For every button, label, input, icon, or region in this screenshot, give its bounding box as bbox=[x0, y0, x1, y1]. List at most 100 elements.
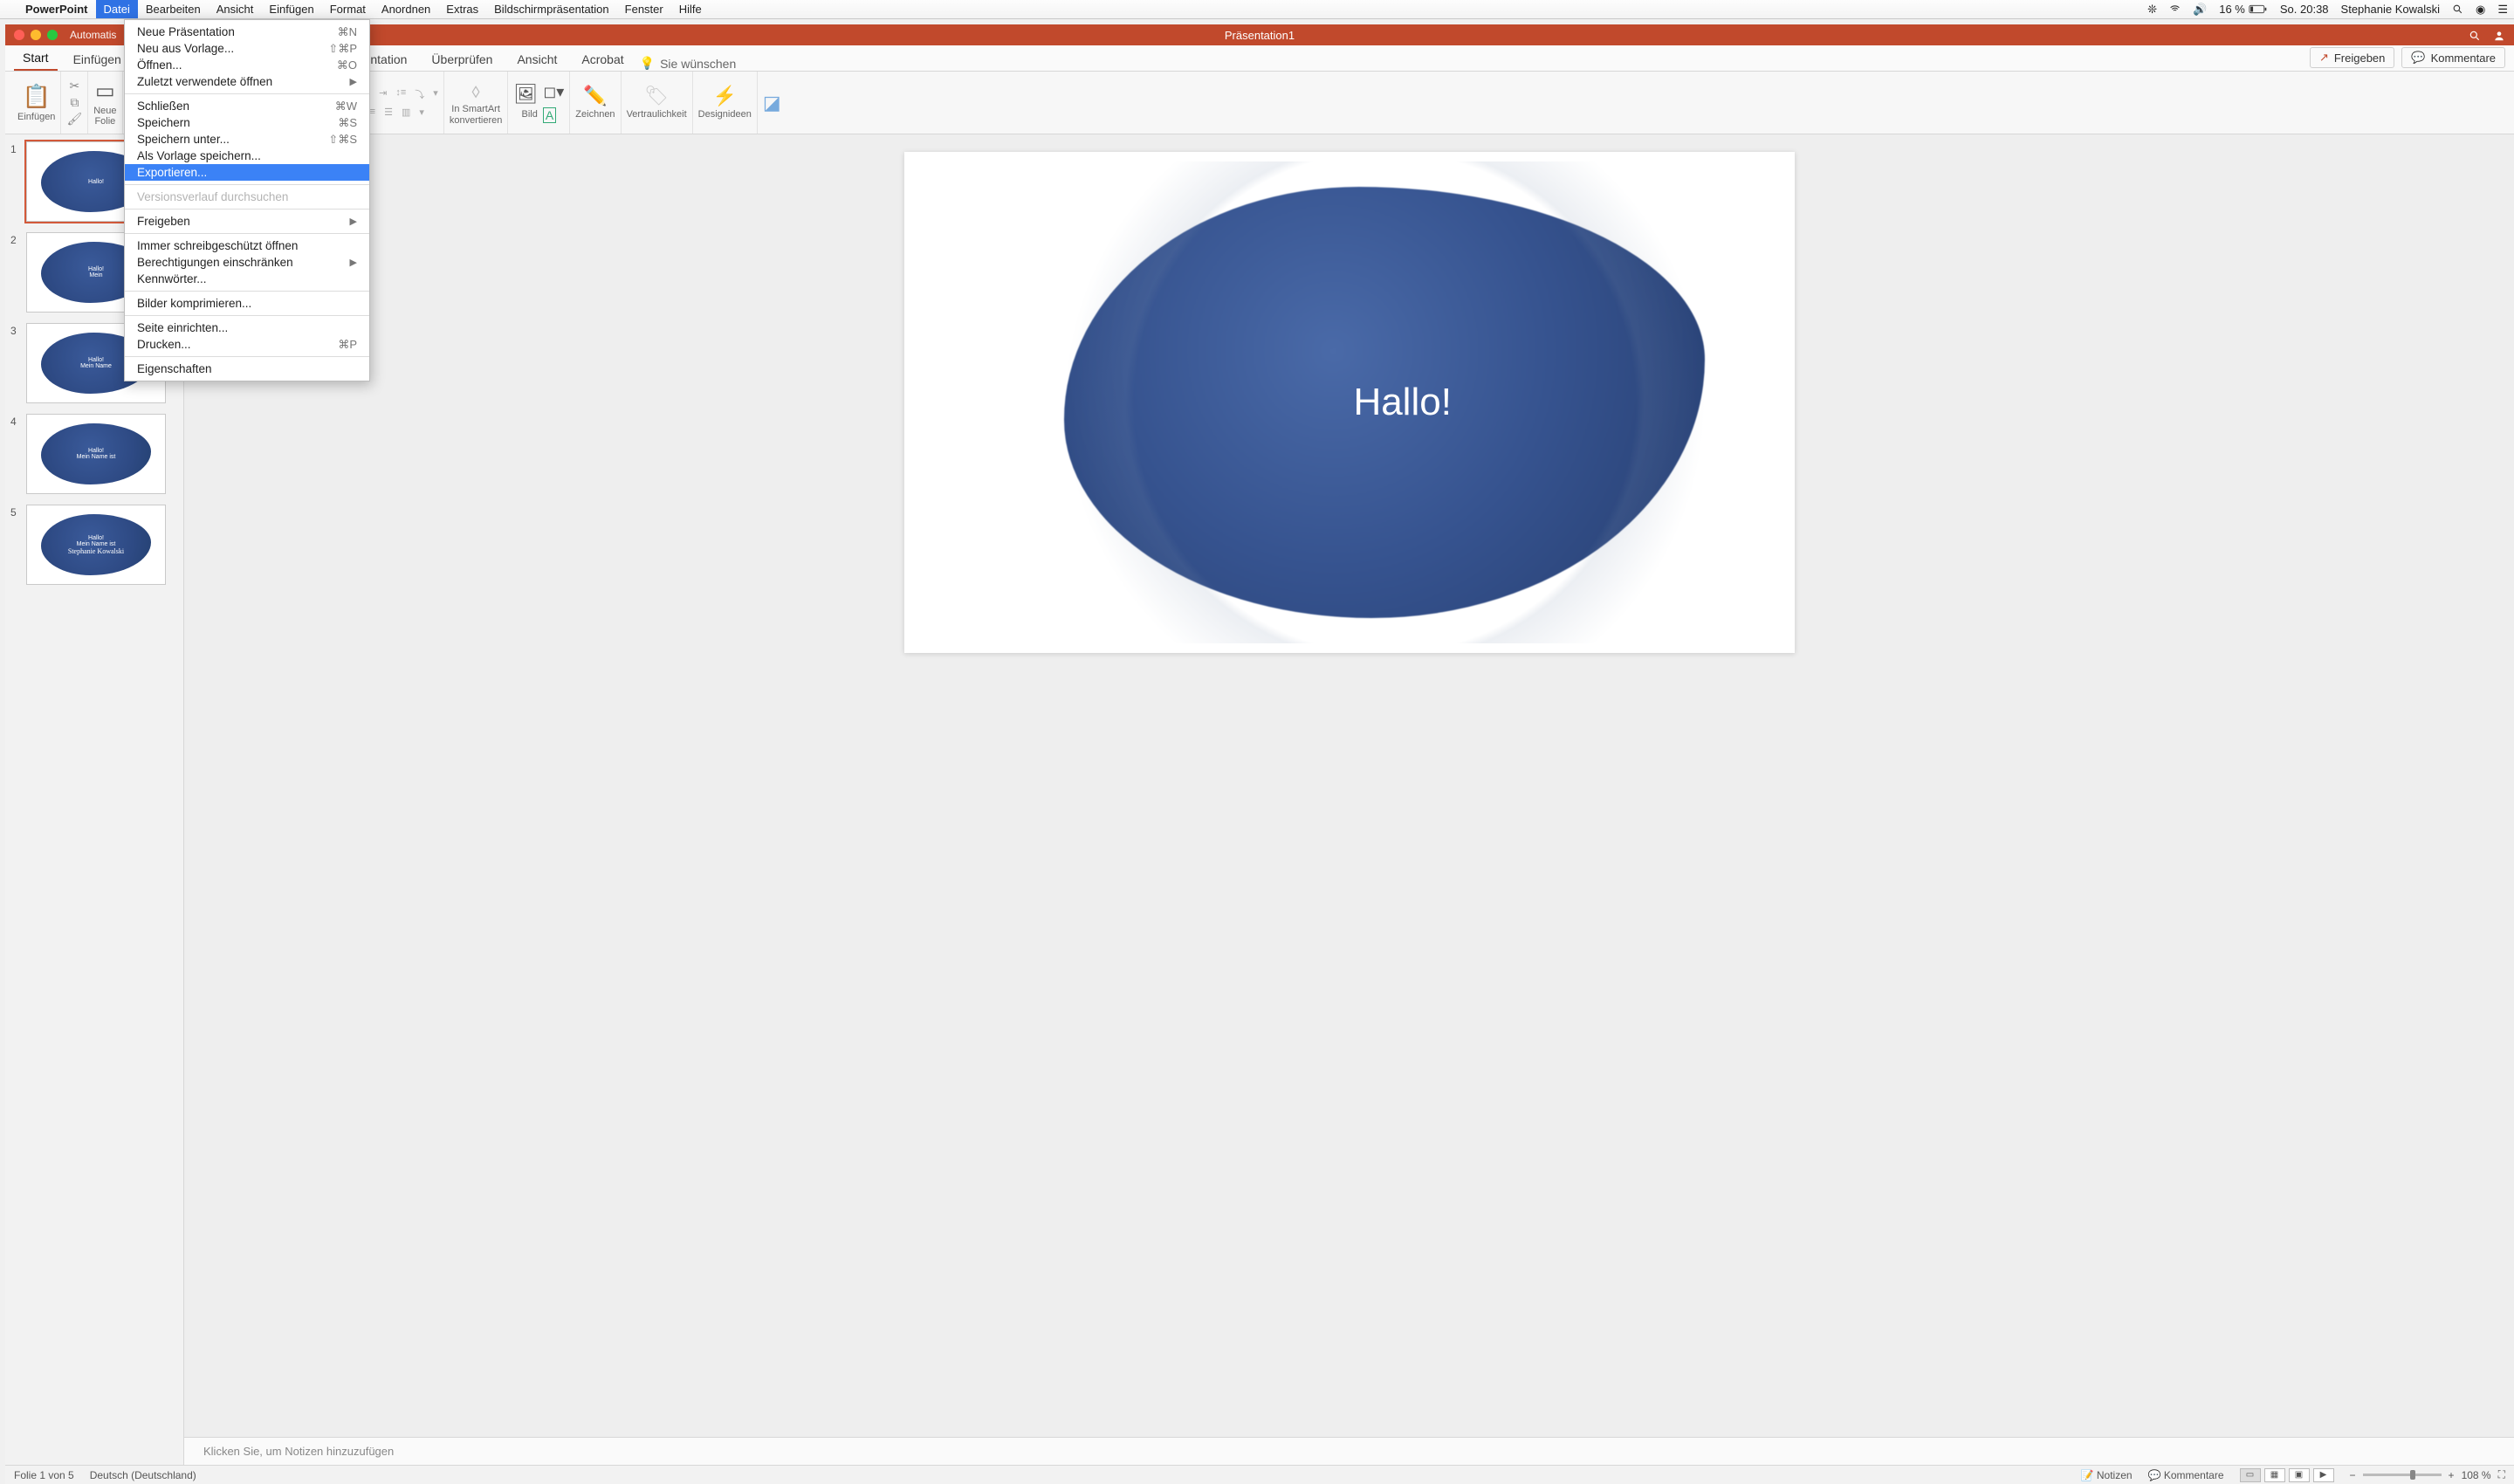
tab-einfuegen[interactable]: Einfügen bbox=[65, 47, 130, 71]
user-name[interactable]: Stephanie Kowalski bbox=[2335, 3, 2446, 16]
menu-einfuegen[interactable]: Einfügen bbox=[261, 0, 321, 18]
volume-icon[interactable]: 🔊 bbox=[2187, 3, 2213, 17]
zoom-out-button[interactable]: − bbox=[2350, 1469, 2356, 1481]
close-window[interactable] bbox=[14, 30, 24, 40]
fit-to-window-button[interactable]: ⛶ bbox=[2498, 1468, 2505, 1481]
titlebar-search-icon[interactable] bbox=[2469, 28, 2481, 42]
canvas-scroll[interactable]: Hallo! bbox=[184, 134, 2514, 1437]
comments-toggle[interactable]: 💬 Kommentare bbox=[2148, 1469, 2224, 1481]
tell-me[interactable]: 💡 Sie wünschen bbox=[640, 56, 737, 71]
slide-thumb-4[interactable]: Hallo!Mein Name ist bbox=[26, 414, 166, 494]
menu-bearbeiten[interactable]: Bearbeiten bbox=[138, 0, 209, 18]
zoom-level[interactable]: 108 % bbox=[2462, 1469, 2491, 1481]
menu-item-bilder-komprimieren[interactable]: Bilder komprimieren... bbox=[125, 295, 369, 312]
menu-item-label: Eigenschaften bbox=[137, 362, 357, 375]
menu-item-shortcut: ⌘S bbox=[338, 116, 357, 130]
design-ideas-group[interactable]: ⚡ Designideen bbox=[693, 72, 758, 134]
siri-icon[interactable]: ◉ bbox=[2469, 3, 2491, 17]
shape-dropdown-icon[interactable]: ◻▾ bbox=[543, 83, 564, 106]
align-right-icon[interactable]: ≡ bbox=[370, 106, 375, 118]
menu-bildschirmpraesentation[interactable]: Bildschirmpräsentation bbox=[486, 0, 617, 18]
draw-group[interactable]: ✏️ Zeichnen bbox=[570, 72, 621, 134]
tab-ansicht[interactable]: Ansicht bbox=[508, 47, 566, 71]
menu-item-kennw-rter[interactable]: Kennwörter... bbox=[125, 271, 369, 287]
titlebar: Automatis Präsentation1 bbox=[5, 24, 2514, 45]
powerpoint-window: Automatis Präsentation1 Start Einfügen …… bbox=[5, 24, 2514, 1484]
menu-anordnen[interactable]: Anordnen bbox=[374, 0, 438, 18]
cut-icon[interactable]: ✂ bbox=[69, 79, 79, 93]
thumb-2-line1: Hallo! bbox=[88, 266, 104, 272]
clock[interactable]: So. 20:38 bbox=[2274, 3, 2335, 16]
minimize-window[interactable] bbox=[31, 30, 41, 40]
menu-item-berechtigungen-einschr-nken[interactable]: Berechtigungen einschränken▶ bbox=[125, 254, 369, 271]
menu-item-neue-pr-sentation[interactable]: Neue Präsentation⌘N bbox=[125, 24, 369, 40]
menu-format[interactable]: Format bbox=[322, 0, 374, 18]
columns-icon[interactable]: ▥ bbox=[402, 106, 410, 118]
normal-view-button[interactable]: ▭ bbox=[2240, 1468, 2261, 1482]
thumb-2-line2: Mein bbox=[89, 272, 102, 278]
wifi-icon[interactable] bbox=[2163, 3, 2187, 15]
slideshow-view-button[interactable]: ▶ bbox=[2313, 1468, 2334, 1482]
textbox-icon[interactable]: A bbox=[543, 107, 556, 123]
sorter-view-button[interactable]: ▦ bbox=[2264, 1468, 2285, 1482]
menu-item-freigeben[interactable]: Freigeben▶ bbox=[125, 213, 369, 230]
slide-canvas[interactable]: Hallo! bbox=[904, 152, 1795, 653]
zoom-slider[interactable] bbox=[2363, 1474, 2442, 1476]
sensitivity-group: 🏷 Vertraulichkeit bbox=[622, 72, 693, 134]
comments-toggle-label: Kommentare bbox=[2164, 1469, 2224, 1481]
titlebar-user-icon[interactable] bbox=[2493, 28, 2505, 42]
format-painter-icon[interactable]: 🖌 bbox=[66, 112, 82, 127]
text-direction-icon[interactable]: ⤵ bbox=[415, 87, 424, 101]
justify-icon[interactable]: ☰ bbox=[384, 106, 393, 118]
spotlight-icon[interactable] bbox=[2446, 3, 2469, 15]
menu-extras[interactable]: Extras bbox=[438, 0, 486, 18]
bluetooth-icon[interactable]: ❊ bbox=[2141, 3, 2163, 17]
reading-view-button[interactable]: ▣ bbox=[2289, 1468, 2310, 1482]
menu-item-immer-schreibgesch-tzt-ffnen[interactable]: Immer schreibgeschützt öffnen bbox=[125, 237, 369, 254]
zoom-in-button[interactable]: + bbox=[2449, 1469, 2455, 1481]
menu-item-zuletzt-verwendete-ffnen[interactable]: Zuletzt verwendete öffnen▶ bbox=[125, 73, 369, 90]
thumb-5-line3: Stephanie Kowalski bbox=[68, 547, 124, 555]
menu-fenster[interactable]: Fenster bbox=[617, 0, 671, 18]
menu-item-speichern[interactable]: Speichern⌘S bbox=[125, 114, 369, 131]
menu-item-drucken[interactable]: Drucken...⌘P bbox=[125, 336, 369, 353]
align-text-icon[interactable]: ▾ bbox=[433, 87, 438, 101]
more-para-icon[interactable]: ▾ bbox=[419, 106, 424, 118]
copy-icon[interactable]: ⧉ bbox=[70, 95, 79, 110]
new-slide-group[interactable]: ▭ Neue Folie bbox=[88, 72, 122, 134]
submenu-arrow-icon: ▶ bbox=[350, 76, 357, 87]
tab-start[interactable]: Start bbox=[14, 45, 58, 71]
paste-group[interactable]: 📋 Einfügen bbox=[12, 72, 61, 134]
menu-item-seite-einrichten[interactable]: Seite einrichten... bbox=[125, 319, 369, 336]
notes-toggle[interactable]: 📝 Notizen bbox=[2081, 1469, 2133, 1481]
app-name[interactable]: PowerPoint bbox=[17, 3, 96, 16]
menu-item-exportieren[interactable]: Exportieren... bbox=[125, 164, 369, 181]
control-center-icon[interactable]: ☰ bbox=[2491, 3, 2514, 17]
submenu-arrow-icon: ▶ bbox=[350, 257, 357, 268]
submenu-arrow-icon: ▶ bbox=[350, 216, 357, 227]
menu-item-ffnen[interactable]: Öffnen...⌘O bbox=[125, 57, 369, 73]
zoom-window[interactable] bbox=[47, 30, 58, 40]
menu-item-als-vorlage-speichern[interactable]: Als Vorlage speichern... bbox=[125, 148, 369, 164]
menu-item-speichern-unter[interactable]: Speichern unter...⇧⌘S bbox=[125, 131, 369, 148]
notes-pane[interactable]: Klicken Sie, um Notizen hinzuzufügen bbox=[184, 1437, 2514, 1465]
menu-item-neu-aus-vorlage[interactable]: Neu aus Vorlage...⇧⌘P bbox=[125, 40, 369, 57]
menu-ansicht[interactable]: Ansicht bbox=[209, 0, 262, 18]
tab-acrobat[interactable]: Acrobat bbox=[573, 47, 632, 71]
language-status[interactable]: Deutsch (Deutschland) bbox=[90, 1469, 196, 1481]
share-button[interactable]: ↗ Freigeben bbox=[2310, 47, 2394, 68]
tab-ueberpruefen[interactable]: Überprüfen bbox=[422, 47, 501, 71]
menu-hilfe[interactable]: Hilfe bbox=[671, 0, 710, 18]
menu-item-schlie-en[interactable]: Schließen⌘W bbox=[125, 98, 369, 114]
menu-item-shortcut: ⌘O bbox=[337, 58, 357, 72]
comments-button[interactable]: 💬 Kommentare bbox=[2401, 47, 2505, 68]
slide-title-text[interactable]: Hallo! bbox=[1353, 381, 1452, 424]
indent-icon[interactable]: ⇥ bbox=[379, 87, 387, 101]
slide-thumb-5[interactable]: Hallo!Mein Name istStephanie Kowalski bbox=[26, 505, 166, 585]
line-spacing-icon[interactable]: ↕≡ bbox=[395, 87, 406, 101]
menu-item-eigenschaften[interactable]: Eigenschaften bbox=[125, 361, 369, 377]
shapes-extra-group[interactable]: ◪ bbox=[758, 72, 786, 134]
menu-datei[interactable]: Datei bbox=[96, 0, 138, 18]
picture-group[interactable]: 🖼 ◻▾ Bild A bbox=[508, 72, 570, 134]
battery-status[interactable]: 16 % bbox=[2213, 3, 2274, 16]
